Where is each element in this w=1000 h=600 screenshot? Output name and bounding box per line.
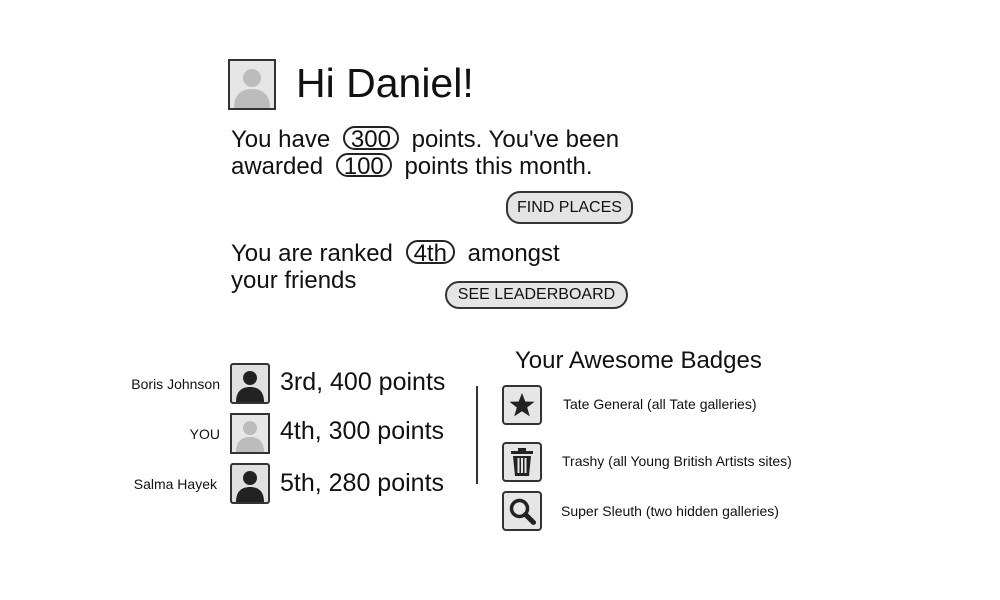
leaderboard-score: 3rd, 400 points	[280, 368, 446, 396]
badge-label: Super Sleuth (two hidden galleries)	[561, 503, 779, 519]
total-points-badge: 300	[342, 126, 399, 152]
points-text-1: You have	[231, 126, 331, 153]
person-icon	[236, 471, 264, 502]
see-leaderboard-button[interactable]: SEE LEADERBOARD	[445, 281, 628, 309]
points-text-3: awarded	[231, 153, 324, 180]
badges-heading: Your Awesome Badges	[515, 347, 762, 374]
person-placeholder-icon	[234, 69, 270, 108]
user-avatar[interactable]	[230, 413, 270, 454]
trash-icon[interactable]	[502, 442, 542, 482]
leaderboard-name: Salma Hayek	[133, 476, 217, 492]
friend-avatar[interactable]	[230, 463, 270, 504]
points-summary: You have 300 points. You've been awarded…	[231, 126, 619, 180]
profile-avatar[interactable]	[228, 59, 276, 110]
rank-badge: 4th	[405, 240, 455, 266]
magnifier-icon[interactable]	[502, 491, 542, 531]
badge-label: Trashy (all Young British Artists sites)	[562, 453, 792, 469]
points-text-4: points this month.	[404, 153, 593, 180]
find-places-button[interactable]: FIND PLACES	[506, 191, 633, 224]
badge-label: Tate General (all Tate galleries)	[563, 396, 757, 412]
rank-text-2: amongst	[467, 240, 560, 267]
person-icon	[236, 371, 264, 402]
leaderboard-name: YOU	[189, 426, 220, 442]
rank-text-1: You are ranked	[231, 240, 393, 267]
leaderboard-score: 4th, 300 points	[280, 417, 445, 445]
star-icon[interactable]	[502, 385, 542, 425]
page-title: Hi Daniel!	[296, 60, 474, 106]
points-text-2: points. You've been	[411, 126, 620, 153]
friend-avatar[interactable]	[230, 363, 270, 404]
section-divider	[476, 386, 478, 484]
leaderboard-name: Boris Johnson	[131, 376, 220, 392]
monthly-points-badge: 100	[335, 153, 392, 179]
person-placeholder-icon	[236, 421, 264, 452]
leaderboard-score: 5th, 280 points	[280, 469, 445, 497]
